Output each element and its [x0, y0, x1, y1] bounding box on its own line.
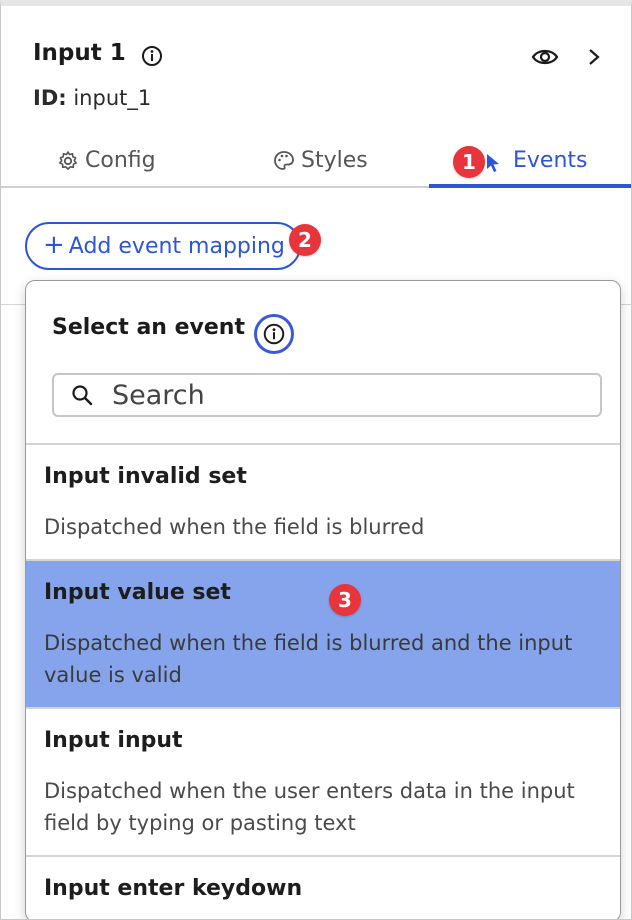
palette-icon [274, 150, 294, 170]
component-title: Input 1 [33, 40, 126, 66]
event-description: Dispatched when the field is blurred and… [44, 631, 573, 687]
search-input[interactable] [110, 378, 584, 412]
event-description: Dispatched when the user enters data in … [44, 779, 575, 835]
id-value: input_1 [73, 86, 152, 110]
tab-config[interactable]: Config [57, 148, 156, 173]
event-name: Input invalid set [44, 464, 247, 489]
event-name: Input enter keydown [44, 876, 303, 901]
step-badge-3: 3 [329, 584, 361, 616]
tab-styles-label: Styles [301, 148, 368, 173]
plus-icon: + [43, 230, 65, 260]
event-description: Dispatched when the field is blurred [44, 515, 425, 539]
dropdown-title: Select an event [52, 315, 245, 340]
tab-config-label: Config [85, 148, 156, 173]
event-select-dropdown: Select an event Input invalid set Dispat… [25, 280, 621, 919]
event-name: Input value set [44, 580, 231, 605]
eye-icon[interactable] [531, 46, 559, 68]
search-icon [72, 385, 93, 406]
info-icon[interactable] [141, 45, 163, 67]
step-badge-2: 2 [289, 224, 321, 256]
event-option[interactable]: Input input Dispatched when the user ent… [26, 707, 620, 855]
properties-panel: Input 1 ID: input_1 Config Styles Events… [0, 0, 632, 920]
event-option[interactable]: Input invalid set Dispatched when the fi… [26, 443, 620, 559]
cursor-icon [487, 154, 499, 172]
event-list: Input invalid set Dispatched when the fi… [26, 443, 620, 919]
info-icon-highlighted[interactable] [254, 314, 294, 354]
search-icon-wrap [54, 375, 110, 415]
gear-icon [59, 150, 77, 170]
active-tab-indicator [429, 184, 631, 188]
event-search-box[interactable] [52, 373, 602, 417]
id-label: ID: [33, 86, 67, 110]
step-badge-1: 1 [453, 146, 485, 178]
add-event-mapping-button[interactable]: + Add event mapping [25, 222, 301, 270]
event-option-selected[interactable]: Input value set Dispatched when the fiel… [26, 559, 620, 707]
event-name: Input input [44, 728, 183, 753]
component-id: ID: input_1 [33, 86, 151, 110]
tab-styles[interactable]: Styles [273, 148, 368, 173]
add-event-mapping-label: Add event mapping [68, 233, 285, 259]
event-option[interactable]: Input enter keydown [26, 855, 620, 919]
tab-bar: Config Styles Events [1, 138, 631, 188]
chevron-right-icon[interactable] [585, 46, 603, 68]
info-icon [263, 323, 285, 345]
tab-events-label: Events [513, 148, 588, 173]
